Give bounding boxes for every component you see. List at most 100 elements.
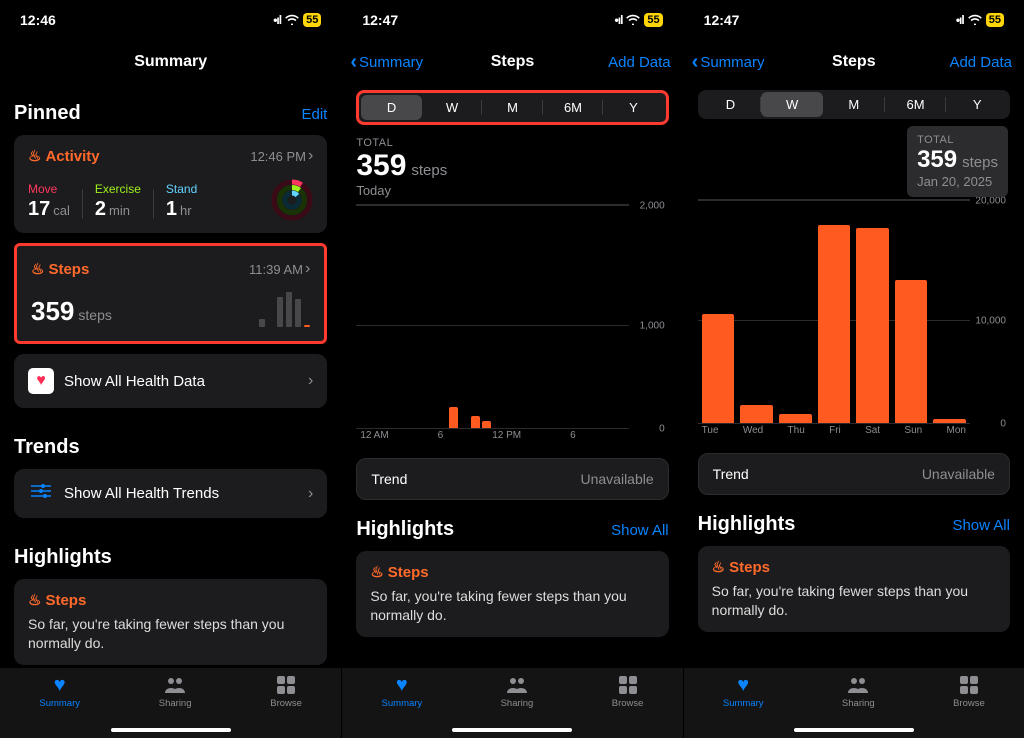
status-bar: 12:47 •ıl 55 [684,0,1024,40]
flame-icon: ♨ [28,591,41,609]
nav-title: Steps [832,53,876,71]
highlight-title: ♨ Steps [28,591,313,609]
tab-bar: ♥Summary Sharing Browse [684,668,1024,738]
highlight-card[interactable]: ♨ Steps So far, you're taking fewer step… [356,551,668,637]
tab-summary[interactable]: ♥Summary [382,674,423,709]
tab-summary[interactable]: ♥ Summary [39,674,80,709]
cellular-icon: •ıl [273,13,281,27]
total-block: TOTAL 359 steps Today [356,137,668,198]
home-indicator[interactable] [111,728,231,732]
activity-card[interactable]: ♨ Activity 12:46 PM › Move 17 cal [14,135,327,233]
segment-w[interactable]: W [761,92,823,117]
bar [740,405,773,423]
back-button[interactable]: ‹ Summary [692,51,765,74]
heart-icon: ♥ [28,368,54,394]
chevron-right-icon: › [308,147,313,165]
exercise-metric: Exercise 2 min [95,182,141,221]
tab-sharing[interactable]: Sharing [842,674,875,709]
segment-m[interactable]: M [482,95,542,120]
heart-icon: ♥ [54,674,66,696]
steps-value: 359 [31,296,74,327]
segment-d[interactable]: D [361,95,421,120]
battery-badge: 55 [986,13,1004,27]
screen-steps-week: 12:47 •ıl 55 ‹ Summary Steps Add Data D … [683,0,1024,738]
grid-icon [277,674,295,696]
chevron-left-icon: ‹ [350,51,357,74]
flame-icon: ♨ [31,260,44,278]
tab-browse[interactable]: Browse [953,674,985,709]
activity-time: 12:46 PM › [250,147,313,165]
tab-sharing[interactable]: Sharing [159,674,192,709]
steps-day-chart[interactable]: 2,000 1,000 0 12 AM 6 12 PM 6 [356,204,668,444]
grid-icon [619,674,637,696]
highlight-card[interactable]: ♨ Steps So far, you're taking fewer step… [698,546,1010,632]
wifi-icon [285,12,299,28]
battery-badge: 55 [303,13,321,27]
status-bar: 12:47 •ıl 55 [342,0,682,40]
steps-card-title: ♨ Steps [31,260,89,278]
flame-icon: ♨ [28,147,41,165]
wifi-icon [968,12,982,28]
show-all-trends-button[interactable]: Show All Health Trends › [14,469,327,518]
people-icon [505,674,529,696]
chevron-right-icon: › [305,260,310,278]
bar [779,414,812,423]
bar [856,228,889,423]
steps-week-chart[interactable]: 20,000 10,000 0 TueWedThuFriSatSunMon [698,199,1010,439]
battery-badge: 55 [644,13,662,27]
people-icon [163,674,187,696]
content: Pinned Edit ♨ Activity 12:46 PM › Move 1… [0,84,341,668]
add-data-button[interactable]: Add Data [608,54,671,71]
trend-row[interactable]: Trend Unavailable [356,458,668,500]
highlights-header: Highlights [14,546,327,569]
trend-row[interactable]: Trend Unavailable [698,453,1010,495]
bar [933,419,966,423]
activity-title: ♨ Activity [28,147,100,165]
status-bar: 12:46 •ıl 55 [0,0,341,40]
nav-bar: ‹ Summary Steps Add Data [684,40,1024,84]
tab-summary[interactable]: ♥Summary [723,674,764,709]
nav-title: Steps [491,53,535,71]
time-range-segmented[interactable]: D W M 6M Y [698,90,1010,119]
back-button[interactable]: ‹ Summary [350,51,423,74]
edit-button[interactable]: Edit [301,106,327,123]
tab-browse[interactable]: Browse [612,674,644,709]
segment-y[interactable]: Y [603,95,663,120]
show-all-health-button[interactable]: ♥ Show All Health Data › [14,354,327,408]
show-all-button[interactable]: Show All [952,517,1010,534]
steps-card-time: 11:39 AM › [249,260,310,278]
add-data-button[interactable]: Add Data [949,54,1012,71]
bar [818,225,851,423]
chevron-right-icon: › [308,372,313,390]
tab-sharing[interactable]: Sharing [501,674,534,709]
cellular-icon: •ıl [615,13,623,27]
content: D W M 6M Y TOTAL 359 steps Today 2,000 1… [342,84,682,668]
tab-browse[interactable]: Browse [270,674,302,709]
people-icon [846,674,870,696]
cellular-icon: •ıl [956,13,964,27]
grid-icon [960,674,978,696]
pinned-header: Pinned Edit [14,102,327,125]
heart-icon: ♥ [737,674,749,696]
bar [449,407,458,428]
selection-tooltip: TOTAL 359 steps Jan 20, 2025 [907,126,1008,197]
home-indicator[interactable] [794,728,914,732]
chevron-left-icon: ‹ [692,51,699,74]
steps-card[interactable]: ♨ Steps 11:39 AM › 359 steps [14,243,327,344]
heart-icon: ♥ [396,674,408,696]
highlight-card[interactable]: ♨ Steps So far, you're taking fewer step… [14,579,327,665]
segment-d[interactable]: D [700,92,762,117]
segment-6m[interactable]: 6M [885,92,947,117]
screen-steps-day: 12:47 •ıl 55 ‹ Summary Steps Add Data D … [341,0,682,738]
segment-y[interactable]: Y [946,92,1008,117]
home-indicator[interactable] [452,728,572,732]
tab-bar: ♥ Summary Sharing Browse [0,668,341,738]
show-all-button[interactable]: Show All [611,522,669,539]
trends-header: Trends [14,436,327,459]
segment-w[interactable]: W [422,95,482,120]
segment-6m[interactable]: 6M [543,95,603,120]
time-range-segmented[interactable]: D W M 6M Y [356,90,668,125]
activity-rings-icon [271,179,313,221]
segment-m[interactable]: M [823,92,885,117]
nav-bar: ‹ Summary Steps Add Data [342,40,682,84]
